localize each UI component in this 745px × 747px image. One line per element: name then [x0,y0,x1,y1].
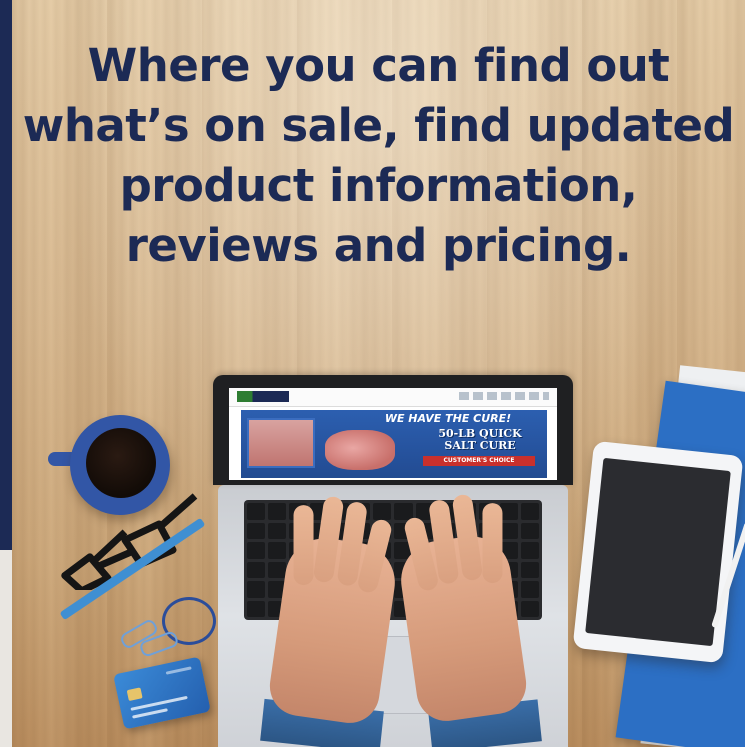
keyboard-key [499,522,518,539]
website-logo [237,391,289,402]
card-name-line [132,708,168,719]
accent-bar [0,0,12,550]
headline-line-2: what’s on sale, find updated [22,99,735,152]
website-banner: WE HAVE THE CURE! 50-LB QUICK SALT CURE … [241,410,547,478]
accent-bar-gap [0,550,12,747]
headline: Where you can find out what’s on sale, f… [12,36,745,276]
keyboard-key [247,522,266,539]
banner-headline: WE HAVE THE CURE! [384,412,512,425]
keyboard-key [268,561,287,578]
keyboard-key [247,503,266,520]
keyboard-key [520,503,539,520]
headline-line-4: reviews and pricing. [125,219,632,272]
banner-subtitle-line-2: SALT CURE [444,439,516,452]
keyboard-key [520,561,539,578]
keyboard-key [520,542,539,559]
meat-image [325,430,395,470]
keyboard-key [268,503,287,520]
tablet-screen [585,457,731,647]
card-chip [126,687,143,702]
laptop-display: WE HAVE THE CURE! 50-LB QUICK SALT CURE … [229,388,557,480]
coffee-surface [86,428,156,498]
keyboard-key [520,581,539,598]
headline-line-1: Where you can find out [87,39,670,92]
keyboard-key [373,503,392,520]
website-header [229,388,557,407]
keyboard-key [268,542,287,559]
finger [482,503,503,584]
headline-line-3: product information, [119,159,638,212]
website-nav [459,392,549,400]
product-box-image [247,418,315,468]
promo-graphic: Where you can find out what’s on sale, f… [0,0,745,747]
banner-tag: CUSTOMER'S CHOICE [423,456,535,466]
tablet-icon [572,440,744,664]
keyboard-key [520,522,539,539]
keyboard-key [247,581,266,598]
keyboard-key [268,522,287,539]
keyboard-key [520,600,539,617]
keyboard-key [394,503,413,520]
keyboard-key [247,542,266,559]
keyboard-key [247,561,266,578]
keyboard-key [247,600,266,617]
finger [293,505,314,586]
card-brand-mark [165,666,192,675]
keyboard-key [499,503,518,520]
banner-subtitle: 50-LB QUICK SALT CURE [417,428,543,452]
